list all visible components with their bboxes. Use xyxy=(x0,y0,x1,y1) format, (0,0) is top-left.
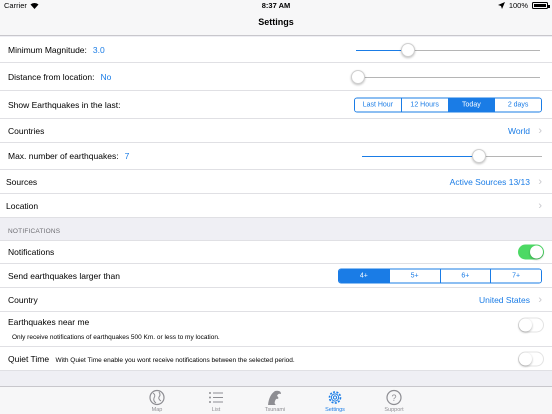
larger-than-option[interactable]: 4+ xyxy=(339,269,389,282)
tab-bar: Map List Tsunami Settings ? Support xyxy=(0,386,552,414)
quiet-time-label: Quiet Time xyxy=(8,353,50,364)
location-arrow-icon xyxy=(497,2,505,9)
gear-icon xyxy=(328,391,342,404)
status-bar: Carrier 8:37 AM 100% xyxy=(0,0,552,12)
min-magnitude-slider[interactable] xyxy=(356,42,540,57)
wave-icon xyxy=(268,390,281,405)
distance-value: No xyxy=(100,71,112,82)
globe-icon xyxy=(149,389,165,406)
larger-than-segmented-control: 4+ 5+ 6+ 7+ xyxy=(338,268,542,283)
min-magnitude-value: 3.0 xyxy=(92,44,105,55)
countries-label: Countries xyxy=(8,125,45,136)
chevron-right-icon: › xyxy=(538,175,542,188)
sources-label: Sources xyxy=(6,176,38,187)
chevron-right-icon: › xyxy=(538,293,542,306)
near-me-label: Earthquakes near me xyxy=(8,317,90,327)
page-title: Settings xyxy=(258,17,294,27)
larger-than-option[interactable]: 6+ xyxy=(439,269,491,282)
min-magnitude-row: Minimum Magnitude: 3.0 xyxy=(0,37,552,63)
tab-map[interactable]: Map xyxy=(135,389,179,413)
countries-value: World xyxy=(507,125,530,136)
notifications-section-header: NOTIFICATIONS xyxy=(8,228,61,235)
show-last-label: Show Earthquakes in the last: xyxy=(8,99,121,110)
country-label: Country xyxy=(8,294,38,305)
max-number-slider[interactable] xyxy=(362,149,542,163)
max-number-value: 7 xyxy=(124,151,130,161)
quiet-time-row: Quiet Time With Quiet Time enable you wo… xyxy=(0,347,552,371)
show-last-option[interactable]: 2 days xyxy=(494,98,541,111)
show-last-row: Show Earthquakes in the last: Last Hour 1… xyxy=(0,91,552,119)
tab-settings[interactable]: Settings xyxy=(313,389,357,413)
battery-percent: 100% xyxy=(508,1,528,10)
chevron-right-icon: › xyxy=(538,124,542,137)
sources-value: Active Sources 13/13 xyxy=(449,176,530,187)
near-me-toggle[interactable] xyxy=(518,317,544,333)
max-number-label: Max. number of earthquakes: xyxy=(8,151,119,161)
max-number-row: Max. number of earthquakes: 7 xyxy=(0,143,552,170)
show-last-option[interactable]: Last Hour xyxy=(355,98,401,111)
quiet-time-toggle[interactable] xyxy=(518,351,544,366)
svg-text:?: ? xyxy=(391,393,396,403)
larger-than-option[interactable]: 7+ xyxy=(490,269,541,282)
quiet-time-description: With Quiet Time enable you wont receive … xyxy=(55,356,295,364)
larger-than-row: Send earthquakes larger than 4+ 5+ 6+ 7+ xyxy=(0,264,552,288)
distance-slider[interactable] xyxy=(351,69,540,84)
navigation-bar: Settings xyxy=(0,12,552,36)
tab-list[interactable]: List xyxy=(194,389,238,413)
location-row[interactable]: Location › xyxy=(0,194,552,218)
show-last-option[interactable]: Today xyxy=(447,98,495,111)
show-last-option[interactable]: 12 Hours xyxy=(400,98,448,111)
sources-row[interactable]: Sources Active Sources 13/13 › xyxy=(0,170,552,194)
tab-support[interactable]: ? Support xyxy=(372,389,416,413)
question-icon: ? xyxy=(386,389,402,406)
larger-than-option[interactable]: 5+ xyxy=(388,269,440,282)
status-time: 8:37 AM xyxy=(261,1,291,10)
slider-thumb[interactable] xyxy=(472,149,486,163)
chevron-right-icon: › xyxy=(538,199,542,212)
countries-row[interactable]: Countries World › xyxy=(0,119,552,143)
distance-label: Distance from location: xyxy=(8,71,95,82)
distance-row: Distance from location: No xyxy=(0,63,552,91)
notifications-label: Notifications xyxy=(8,247,55,257)
slider-thumb[interactable] xyxy=(351,69,365,84)
larger-than-label: Send earthquakes larger than xyxy=(8,270,120,281)
country-value: United States xyxy=(478,294,530,305)
show-last-segmented-control: Last Hour 12 Hours Today 2 days xyxy=(354,97,542,112)
list-icon xyxy=(209,392,223,403)
battery-icon xyxy=(532,2,550,9)
slider-thumb[interactable] xyxy=(400,42,415,57)
notifications-row: Notifications xyxy=(0,240,552,264)
country-row[interactable]: Country United States › xyxy=(0,288,552,312)
location-label: Location xyxy=(6,200,39,211)
notifications-toggle[interactable] xyxy=(518,244,544,260)
near-me-description: Only receive notifications of earthquake… xyxy=(12,334,220,341)
near-me-row: Earthquakes near me Only receive notific… xyxy=(0,312,552,347)
min-magnitude-label: Minimum Magnitude: xyxy=(8,44,87,55)
tab-tsunami[interactable]: Tsunami xyxy=(253,389,297,413)
